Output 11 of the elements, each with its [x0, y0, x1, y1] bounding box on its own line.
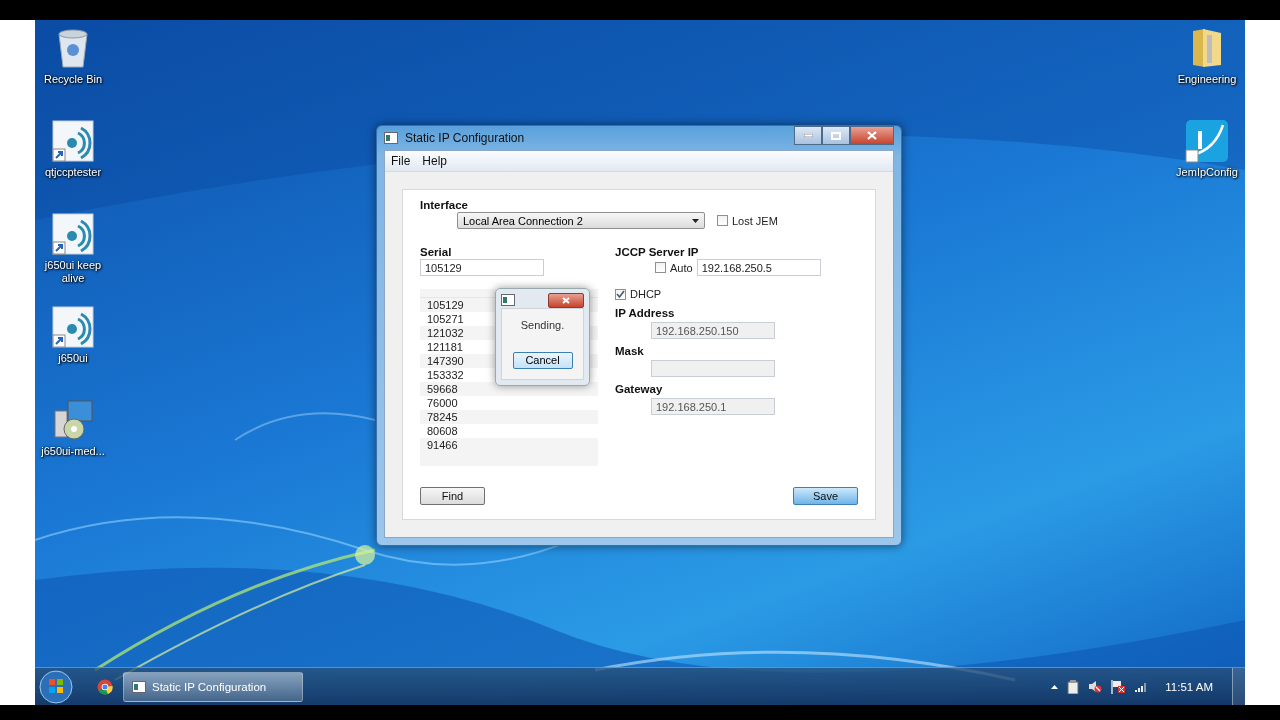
field-label: Gateway — [615, 382, 664, 396]
window-title: Static IP Configuration — [405, 131, 525, 145]
checkbox-label: DHCP — [630, 288, 662, 300]
field-label: IP Address — [615, 306, 676, 320]
checkbox-label: Lost JEM — [732, 214, 778, 227]
field-label: Mask — [615, 344, 645, 358]
checkbox-label: Auto — [670, 261, 693, 274]
field-label: Interface — [420, 198, 469, 212]
field-label: Serial — [420, 245, 453, 259]
status-text: Sending. — [520, 319, 565, 332]
field-label: JCCP Server IP — [615, 245, 700, 259]
